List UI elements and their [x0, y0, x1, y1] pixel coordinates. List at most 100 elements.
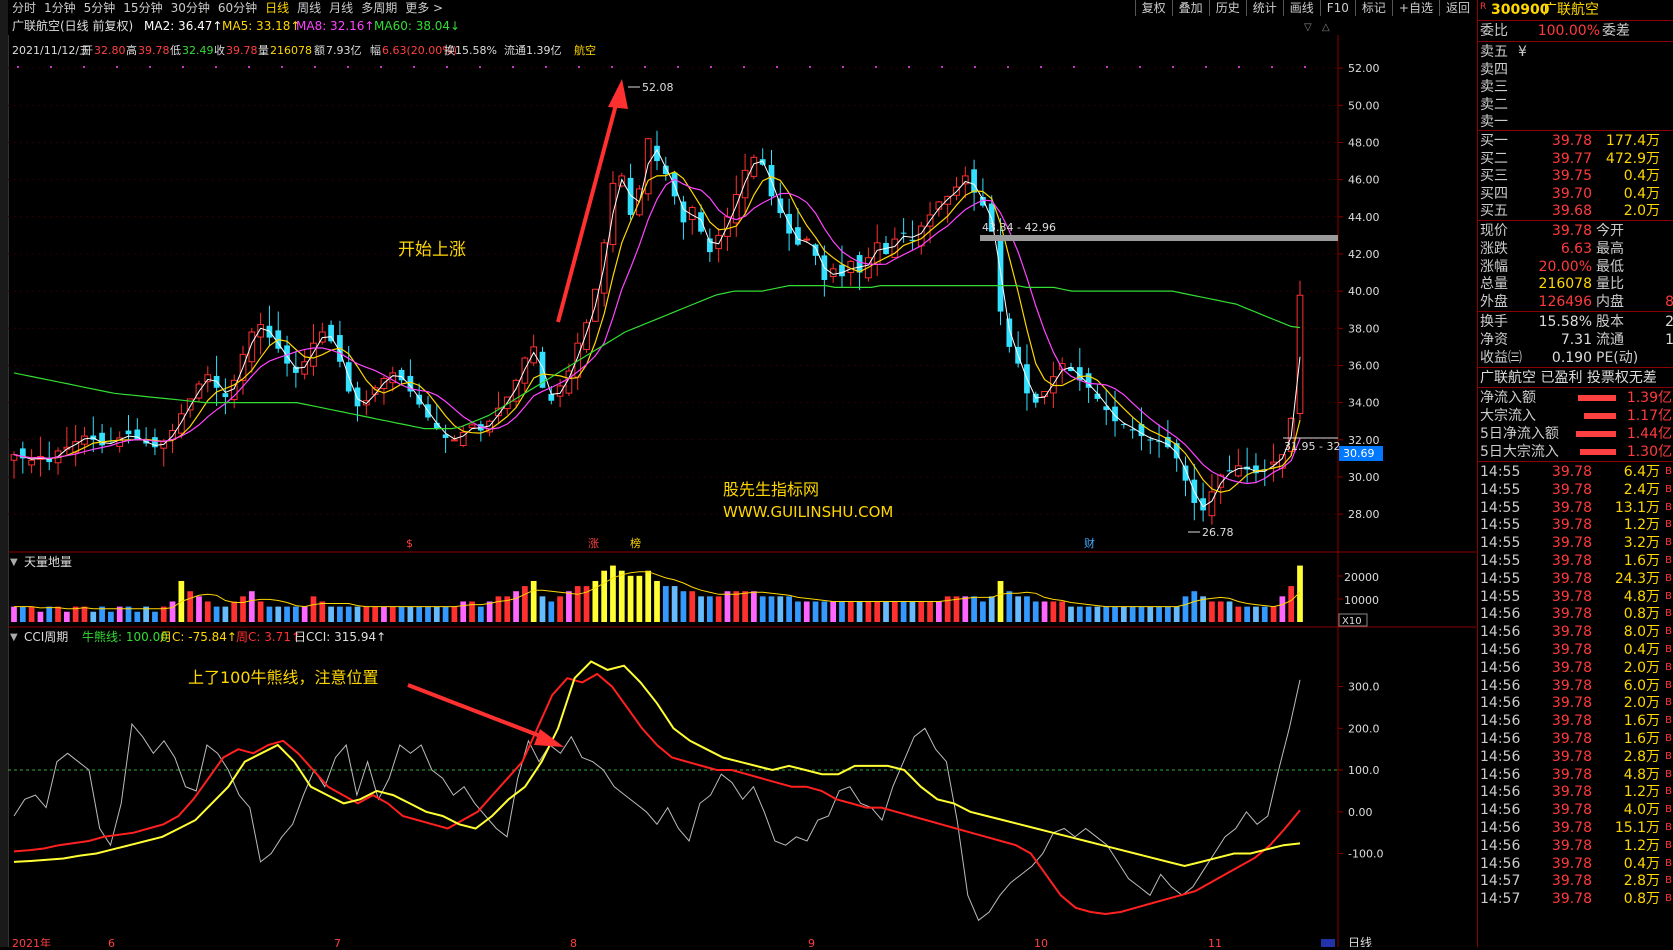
tab-7[interactable]: 周线 — [293, 0, 325, 17]
chevron-up-icon[interactable]: △ — [1322, 22, 1330, 33]
tool-button-1[interactable]: 叠加 — [1171, 0, 1209, 16]
tick-price: 39.78 — [1551, 464, 1592, 480]
event-mark-dollar[interactable]: $ — [406, 537, 413, 550]
volume-bar — [284, 606, 290, 622]
top-dot — [1040, 66, 1042, 68]
sell-row-4[interactable]: 卖四 — [1478, 61, 1673, 79]
zone-label-upper: 43.34 - 42.96 — [982, 221, 1056, 234]
volume-pane-title: 天量地量 — [24, 555, 72, 569]
volume-bar — [37, 611, 44, 622]
tool-button-2[interactable]: 历史 — [1208, 0, 1246, 16]
buy-row-3[interactable]: 买三 39.75 0.4万 — [1478, 167, 1673, 185]
event-mark-limit-up[interactable]: 涨 — [588, 537, 599, 550]
tick-time: 14:56 — [1480, 784, 1521, 801]
tab-6[interactable]: 日线 — [261, 0, 293, 17]
buy-row-1[interactable]: 买一 39.78 177.4万 — [1478, 132, 1673, 150]
sell-label: 卖五 — [1480, 44, 1508, 60]
tool-button-3[interactable]: 统计 — [1245, 0, 1283, 16]
volume-bar — [1261, 606, 1268, 622]
volume-bar — [240, 596, 246, 622]
period-indicator[interactable]: 日线 — [1348, 936, 1372, 950]
volume-bar — [1279, 596, 1286, 622]
volume-bar — [81, 606, 88, 622]
volume-bar — [451, 606, 458, 622]
flow-row: 大宗流入 1.17亿 — [1478, 407, 1673, 425]
tool-button-6[interactable]: 标记 — [1354, 0, 1392, 16]
date-axis: 2021年 6 7 8 9 10 11 — [12, 936, 1222, 950]
sell-row-2[interactable]: 卖二 — [1478, 96, 1673, 114]
volume-bar — [1024, 596, 1030, 622]
tab-9[interactable]: 多周期 — [357, 0, 401, 17]
stat2-label-2: 股本 — [1596, 314, 1624, 330]
tick-direction-icon: B — [1665, 679, 1672, 691]
candle-body-down — [416, 394, 423, 405]
chevron-down-icon[interactable]: ▽ — [1304, 22, 1312, 33]
cci-arrow-shaft — [407, 683, 549, 741]
tick-price: 39.78 — [1551, 855, 1592, 872]
info-item-5: 低 — [170, 44, 181, 57]
top-dot — [479, 66, 481, 68]
sell-row-1[interactable]: 卖一 — [1478, 113, 1673, 131]
scroll-thumb[interactable] — [1321, 939, 1335, 947]
info-item-8: 39.78 — [226, 44, 258, 57]
candle-body-down — [706, 238, 713, 253]
candle-body-up — [556, 385, 564, 397]
stat-label-2: 最低 — [1596, 258, 1624, 275]
buy-volume: 472.9万 — [1605, 150, 1660, 167]
volume-bar — [759, 596, 766, 622]
price-axis-label: 42.00 — [1348, 248, 1380, 261]
stat-label: 总量 — [1480, 276, 1508, 293]
current-price-tag-text: 30.69 — [1343, 447, 1375, 460]
tool-button-4[interactable]: 画线 — [1282, 0, 1320, 16]
event-mark-finance[interactable]: 财 — [1084, 536, 1095, 550]
tab-8[interactable]: 月线 — [325, 0, 357, 17]
tags-row: 广联航空 已盈利 投票权无差 — [1478, 369, 1673, 387]
tab-4[interactable]: 30分钟 — [167, 0, 214, 17]
candle-body-down — [1112, 406, 1118, 422]
volume-bar — [918, 601, 925, 622]
tool-button-7[interactable]: +自选 — [1391, 0, 1439, 16]
tab-2[interactable]: 5分钟 — [80, 0, 120, 17]
volume-bar — [830, 601, 837, 622]
tab-10[interactable]: 更多 > — [401, 0, 447, 17]
main-chart-panel[interactable]: 广联航空(日线 前复权) MA2: 36.47↑ MA5: 33.18↑ MA8: … — [8, 17, 1476, 950]
chart-svg[interactable]: 广联航空(日线 前复权) MA2: 36.47↑ MA5: 33.18↑MA8: … — [8, 17, 1476, 950]
volume-bar — [1226, 601, 1233, 622]
tool-button-5[interactable]: F10 — [1319, 0, 1355, 16]
sell-row-3[interactable]: 卖三 — [1478, 78, 1673, 96]
tab-1[interactable]: 1分钟 — [40, 0, 80, 17]
volume-bar — [803, 601, 810, 622]
volume-bar — [495, 596, 502, 622]
buy-row-2[interactable]: 买二 39.77 472.9万 — [1478, 150, 1673, 168]
tick-direction-icon: B — [1665, 750, 1672, 762]
tick-direction-icon: B — [1665, 572, 1672, 584]
event-mark-list[interactable]: 榜 — [630, 536, 641, 550]
price-axis-label: 48.00 — [1348, 136, 1380, 149]
tick-time: 14:55 — [1480, 570, 1521, 587]
volume-bar — [856, 601, 863, 622]
volume-bar — [213, 606, 220, 622]
buy-row-5[interactable]: 买五 39.68 2.0万 — [1478, 202, 1673, 220]
cci-pane-toggle-icon[interactable]: ▼ — [10, 632, 18, 643]
tick-volume: 13.1万 — [1614, 499, 1660, 516]
tick-row: 14:57 39.78 2.8万 B — [1478, 872, 1673, 890]
info-item-2: 32.80 — [94, 44, 126, 57]
tool-button-0[interactable]: 复权 — [1134, 0, 1172, 16]
tick-volume: 4.8万 — [1623, 766, 1660, 783]
tick-volume: 2.8万 — [1623, 748, 1660, 765]
volume-pane-toggle-icon[interactable]: ▼ — [10, 557, 18, 568]
tick-volume: 1.6万 — [1623, 553, 1660, 569]
candle-body-up — [803, 238, 811, 241]
volume-bar — [275, 606, 282, 622]
tick-time: 14:56 — [1480, 802, 1521, 819]
tab-5[interactable]: 60分钟 — [214, 0, 261, 17]
tick-time: 14:56 — [1480, 837, 1521, 854]
tick-direction-icon: B — [1665, 875, 1672, 887]
buy-row-4[interactable]: 买四 39.70 0.4万 — [1478, 185, 1673, 203]
tick-time: 14:56 — [1480, 624, 1521, 641]
volume-bar — [389, 606, 396, 622]
tool-button-8[interactable]: 返回 — [1438, 0, 1476, 16]
sell-row-5[interactable]: 卖五 ¥ — [1478, 43, 1673, 61]
tab-0[interactable]: 分时 — [8, 0, 40, 17]
tab-3[interactable]: 15分钟 — [119, 0, 166, 17]
